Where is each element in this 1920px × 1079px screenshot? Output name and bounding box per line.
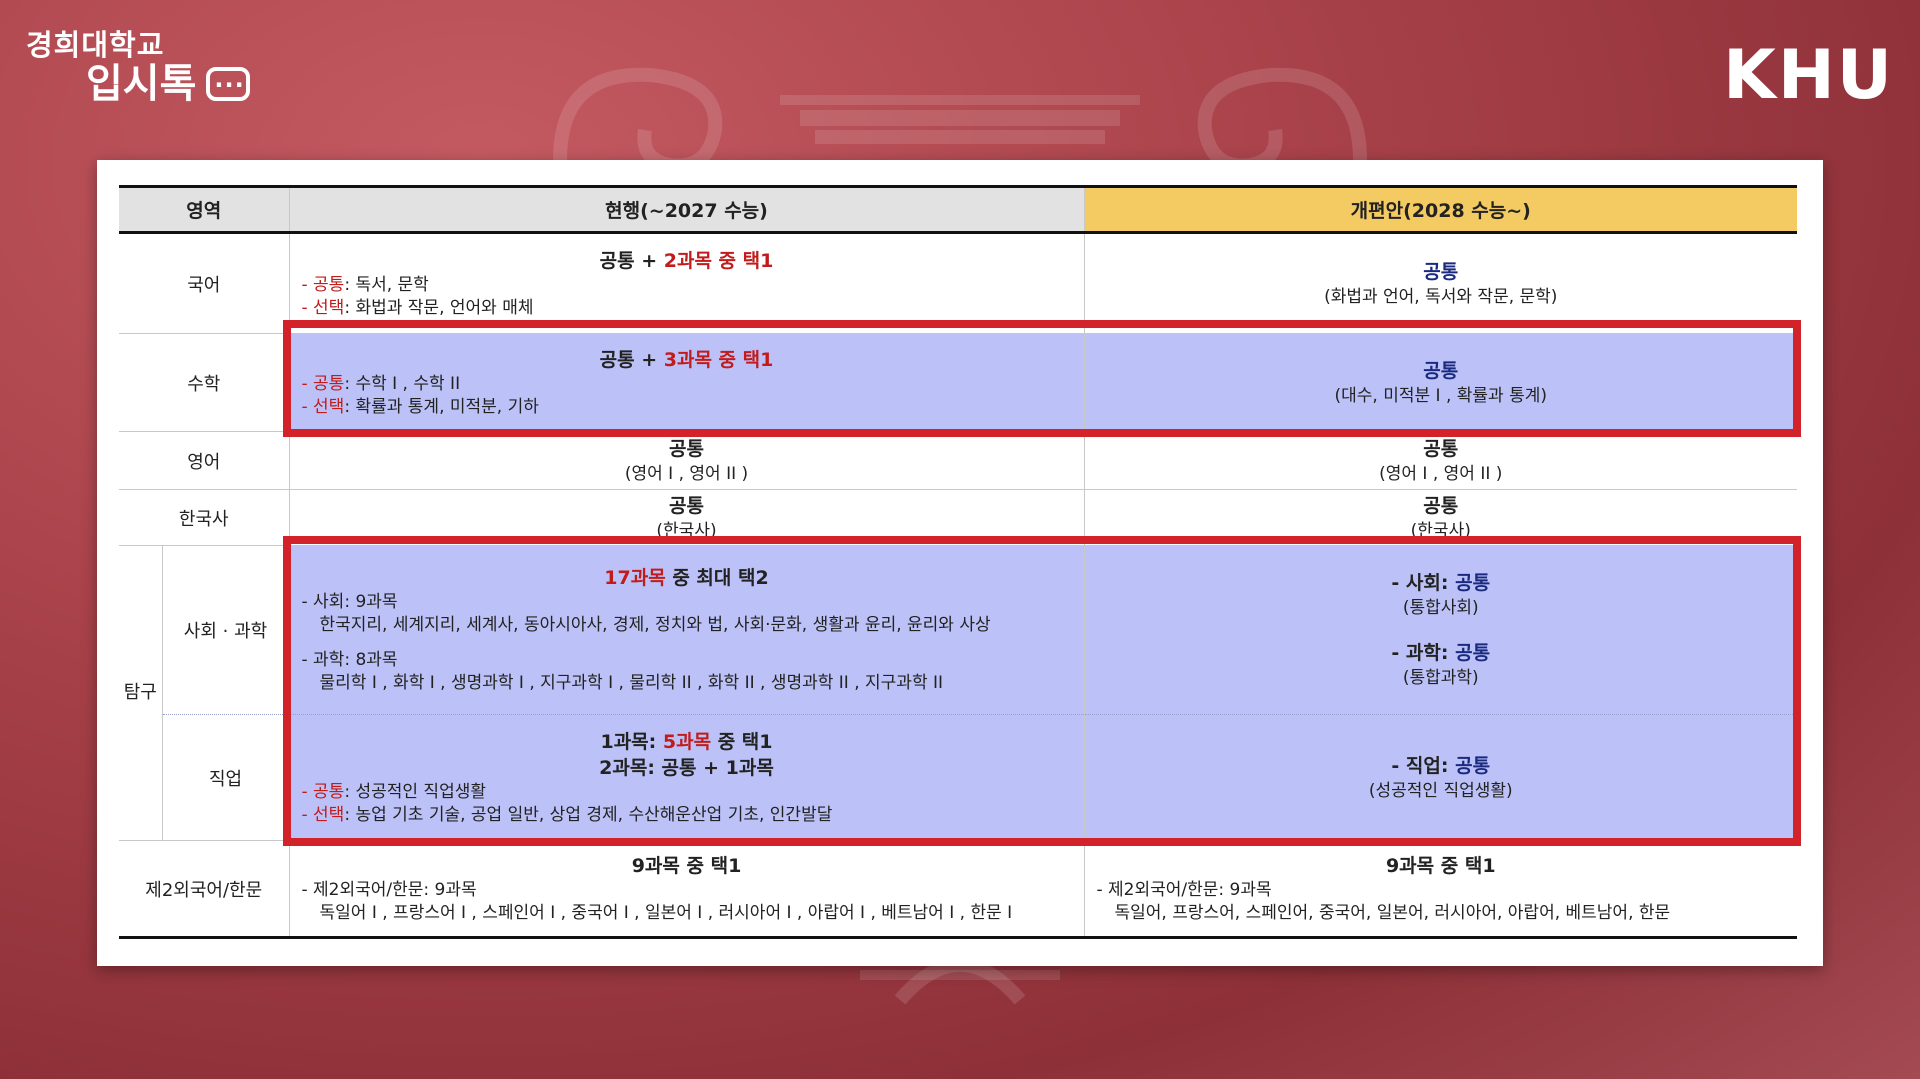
brand-title: 입시톡 — [86, 61, 197, 107]
row-social-science: 탐구 사회 · 과학 17과목 중 최대 택2 - 사회: 9과목 한국지리, … — [119, 545, 1797, 841]
cell-foreign-current: 9과목 중 택1 - 제2외국어/한문: 9과목 독일어 I , 프랑스어 I … — [288, 840, 1084, 939]
khu-logo: KHU — [1723, 36, 1894, 115]
area-inquiry: 탐구 — [119, 545, 163, 841]
table-header-row: 영역 현행(~2027 수능) 개편안(2028 수능~) — [119, 185, 1797, 234]
area-english: 영어 — [119, 431, 289, 490]
cell-korean-current: 공통 + 2과목 중 택1 - 공통: 독서, 문학 - 선택: 화법과 작문,… — [288, 232, 1084, 334]
row-english: 영어 공통 (영어 I , 영어 II ) 공통 (영어 I , 영어 II ) — [119, 431, 1797, 490]
cell-job-new: - 직업: 공통 (성공적인 직업생활) — [1083, 714, 1797, 841]
area-history: 한국사 — [119, 489, 289, 546]
area-job: 직업 — [162, 714, 289, 841]
chat-bubble-icon — [206, 63, 251, 107]
row-history: 한국사 공통 (한국사) 공통 (한국사) — [119, 489, 1797, 546]
area-math: 수학 — [119, 333, 289, 432]
cell-english-current: 공통 (영어 I , 영어 II ) — [288, 431, 1084, 490]
curriculum-table: 영역 현행(~2027 수능) 개편안(2028 수능~) 국어 공통 + 2과… — [119, 185, 1797, 939]
area-korean: 국어 — [119, 232, 289, 334]
cell-job-current: 1과목: 5과목 중 택1 2과목: 공통 + 1과목 - 공통: 성공적인 직… — [288, 714, 1084, 841]
comparison-slide: 영역 현행(~2027 수능) 개편안(2028 수능~) 국어 공통 + 2과… — [97, 160, 1823, 966]
cell-social-current: 17과목 중 최대 택2 - 사회: 9과목 한국지리, 세계지리, 세계사, … — [288, 545, 1084, 715]
cell-history-current: 공통 (한국사) — [288, 489, 1084, 546]
row-foreign: 제2외국어/한문 9과목 중 택1 - 제2외국어/한문: 9과목 독일어 I … — [119, 840, 1797, 939]
header-area: 영역 — [119, 185, 289, 234]
cell-social-new: - 사회: 공통 (통합사회) - 과학: 공통 (통합과학) — [1083, 545, 1797, 715]
cell-foreign-new: 9과목 중 택1 - 제2외국어/한문: 9과목 독일어, 프랑스어, 스페인어… — [1083, 840, 1797, 939]
cell-math-new: 공통 (대수, 미적분 I , 확률과 통계) — [1083, 333, 1797, 432]
korean-current-title: 공통 + 2과목 중 택1 — [599, 249, 774, 272]
header-new: 개편안(2028 수능~) — [1083, 185, 1797, 234]
area-social-science: 사회 · 과학 — [161, 545, 289, 715]
row-job: 직업 1과목: 5과목 중 택1 2과목: 공통 + 1과목 - 공통: 성공적… — [119, 714, 1797, 841]
cell-history-new: 공통 (한국사) — [1083, 489, 1797, 546]
cell-math-current: 공통 + 3과목 중 택1 - 공통: 수학 I , 수학 II - 선택: 확… — [288, 333, 1084, 432]
row-math: 수학 공통 + 3과목 중 택1 - 공통: 수학 I , 수학 II - 선택… — [119, 333, 1797, 432]
area-foreign: 제2외국어/한문 — [119, 840, 289, 939]
cell-korean-new: 공통 (화법과 언어, 독서와 작문, 문학) — [1083, 232, 1797, 334]
brand-university: 경희대학교 — [26, 28, 165, 62]
cell-english-new: 공통 (영어 I , 영어 II ) — [1083, 431, 1797, 490]
header-current: 현행(~2027 수능) — [288, 185, 1084, 234]
row-korean: 국어 공통 + 2과목 중 택1 - 공통: 독서, 문학 - 선택: 화법과 … — [119, 232, 1797, 334]
brand-logo: 경희대학교 입시톡 — [26, 28, 251, 107]
